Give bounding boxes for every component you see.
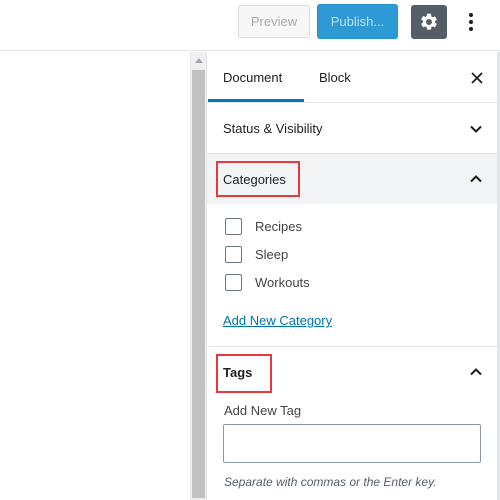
highlight-box-categories (216, 161, 300, 197)
category-item-workouts[interactable]: Workouts (225, 272, 310, 292)
vertical-ellipsis-icon (469, 13, 473, 31)
scrollbar-thumb[interactable] (192, 70, 205, 498)
active-tab-indicator (208, 99, 304, 102)
sidebar-tabs: Document Block (207, 52, 499, 103)
settings-sidebar: Document Block Status & Visibility Categ… (206, 52, 499, 500)
tab-document[interactable]: Document (223, 52, 282, 103)
panel-tags: Tags Add New Tag Separate with commas or… (207, 347, 499, 500)
editor-canvas[interactable] (0, 52, 190, 500)
more-menu-button[interactable] (460, 5, 482, 39)
editor-header: Preview Publish... (0, 0, 500, 51)
category-label: Workouts (255, 274, 310, 290)
editor-scrollbar[interactable] (190, 52, 206, 500)
category-checkbox[interactable] (225, 217, 242, 235)
chevron-up-icon[interactable] (469, 172, 483, 186)
tag-help-text: Separate with commas or the Enter key. (224, 475, 437, 489)
close-sidebar-button[interactable] (467, 68, 487, 88)
scroll-up-arrow-icon[interactable] (195, 58, 203, 63)
category-checkbox[interactable] (225, 245, 242, 263)
category-label: Recipes (255, 218, 302, 234)
gear-icon (421, 13, 437, 30)
category-item-recipes[interactable]: Recipes (225, 216, 302, 236)
close-icon (471, 72, 483, 84)
preview-button[interactable]: Preview (238, 5, 310, 38)
category-checkbox[interactable] (225, 273, 242, 291)
panel-categories[interactable]: Categories (207, 154, 499, 204)
tab-block[interactable]: Block (319, 52, 351, 103)
category-label: Sleep (255, 246, 289, 262)
panel-title-status-visibility: Status & Visibility (223, 121, 323, 136)
chevron-up-icon[interactable] (469, 365, 483, 379)
publish-button[interactable]: Publish... (317, 4, 398, 39)
category-item-sleep[interactable]: Sleep (225, 244, 288, 264)
chevron-down-icon[interactable] (469, 122, 483, 136)
highlight-box-tags (216, 354, 272, 393)
settings-button[interactable] (411, 5, 447, 39)
add-new-category-link[interactable]: Add New Category (223, 313, 332, 328)
categories-list: Recipes Sleep Workouts Add New Category (207, 204, 499, 347)
panel-status-visibility[interactable]: Status & Visibility (207, 104, 499, 154)
add-new-tag-input[interactable] (223, 424, 481, 463)
add-new-tag-label: Add New Tag (224, 403, 302, 418)
